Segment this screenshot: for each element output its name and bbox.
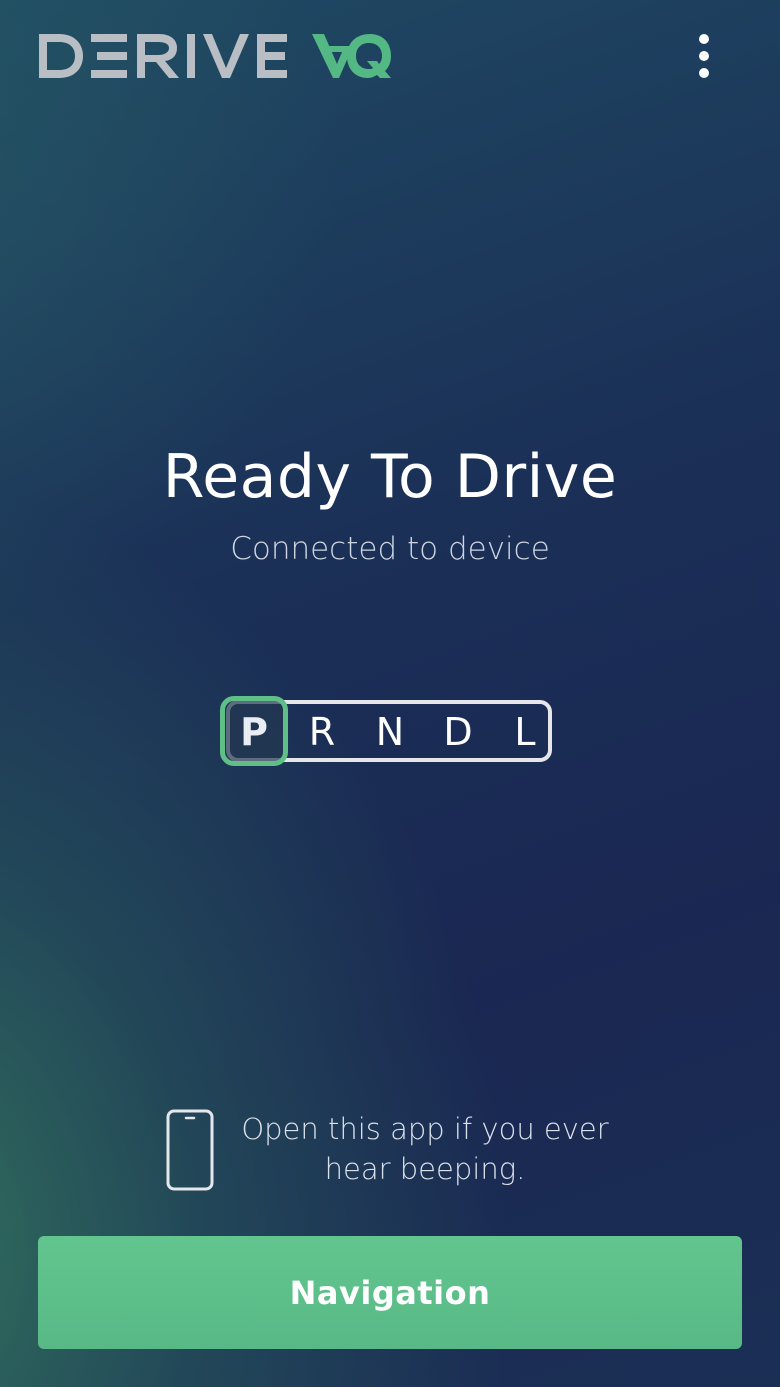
navigation-button[interactable]: Navigation (38, 1236, 742, 1349)
gear-r: R (308, 710, 336, 754)
app-header (0, 0, 780, 110)
more-vertical-icon (699, 34, 709, 44)
status-subtitle: Connected to device (230, 531, 550, 567)
gear-n: N (375, 710, 405, 754)
status-title: Ready To Drive (162, 442, 618, 512)
navigation-button-label: Navigation (289, 1273, 491, 1312)
gear-selector: P R N D L (220, 696, 560, 768)
overflow-menu-button[interactable] (682, 28, 726, 84)
beep-tip: Open this app if you ever hear beeping. (160, 1105, 620, 1200)
beep-tip-line-1: Open this app if you ever (241, 1112, 609, 1146)
gear-p: P (240, 710, 268, 754)
gear-d: D (443, 710, 473, 754)
beep-tip-text: Open this app if you ever hear beeping. (240, 1109, 610, 1189)
more-vertical-icon-dot (699, 51, 709, 61)
derive-vq-logo (39, 34, 391, 78)
phone-icon (166, 1109, 214, 1191)
beep-tip-line-2: hear beeping. (324, 1152, 526, 1186)
more-vertical-icon-dot (699, 68, 709, 78)
gear-l: L (514, 710, 536, 754)
